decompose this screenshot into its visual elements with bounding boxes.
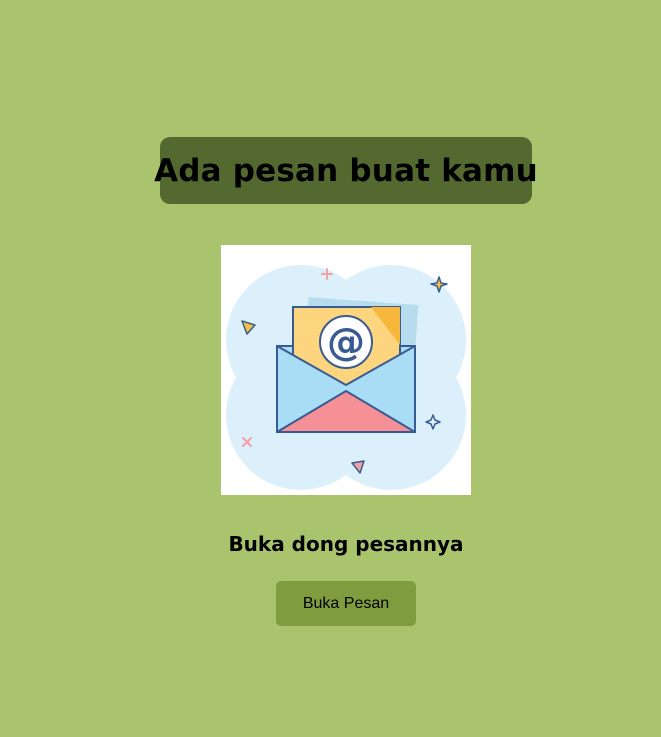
envelope-at-icon: @ xyxy=(226,265,466,490)
title-banner: Ada pesan buat kamu xyxy=(154,137,538,204)
envelope-illustration: @ xyxy=(221,245,471,495)
open-message-button-label: Buka Pesan xyxy=(302,594,390,612)
subtitle: Buka dong pesannya xyxy=(228,532,464,556)
open-message-button[interactable]: Buka Pesan xyxy=(276,581,416,626)
svg-text:@: @ xyxy=(327,320,365,364)
page-title: Ada pesan buat kamu xyxy=(154,152,538,189)
